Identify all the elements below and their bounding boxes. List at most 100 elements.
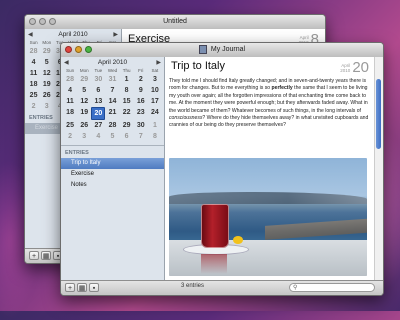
back-prev-month-button[interactable]: ◀	[28, 31, 33, 38]
calendar-day[interactable]: 29	[77, 74, 91, 85]
entry-photo[interactable]	[169, 158, 367, 276]
back-add-entry-button[interactable]: +	[29, 251, 39, 260]
calendar-day[interactable]: 6	[91, 85, 105, 96]
calendar-day[interactable]: 5	[77, 85, 91, 96]
calendar-day[interactable]: 11	[27, 68, 40, 79]
back-calendar-button[interactable]: ▦	[41, 251, 51, 260]
calendar-day[interactable]: 24	[148, 107, 162, 118]
calendar-day[interactable]: 7	[134, 131, 148, 142]
calendar-day[interactable]: 8	[148, 131, 162, 142]
calendar-day[interactable]: 1	[148, 120, 162, 131]
calendar-day[interactable]: 26	[40, 90, 53, 101]
search-field[interactable]: ⚲	[289, 283, 375, 292]
calendar-day-selected[interactable]: 20	[91, 107, 106, 120]
calendar-day[interactable]: 29	[120, 120, 134, 131]
date-year: 2010	[340, 67, 351, 73]
weekday-label: Mon	[42, 40, 52, 45]
calendar-day[interactable]: 30	[134, 120, 148, 131]
entry-count-status: 3 entries	[181, 283, 205, 289]
weekday-label: Fri	[138, 68, 144, 73]
scroll-thumb[interactable]	[376, 79, 381, 149]
calendar-day[interactable]: 30	[91, 74, 105, 85]
close-button[interactable]	[65, 46, 72, 53]
entry-heading: Trip to Italy	[171, 60, 225, 72]
calendar-day[interactable]: 28	[63, 74, 77, 85]
calendar-day[interactable]: 4	[27, 57, 40, 68]
calendar-day[interactable]: 25	[27, 90, 40, 101]
prev-month-button[interactable]: ◀	[64, 59, 69, 66]
front-window-title: My Journal	[210, 46, 246, 53]
calendar-day[interactable]: 23	[134, 107, 148, 118]
calendar-day[interactable]: 16	[134, 96, 148, 107]
calendar-day[interactable]: 3	[77, 131, 91, 142]
entry-list-item[interactable]: Exercise	[61, 169, 164, 180]
lock-button[interactable]: ▪	[89, 283, 99, 292]
calendar-day[interactable]: 18	[27, 79, 40, 90]
calendar-day[interactable]: 31	[105, 74, 119, 85]
calendar-day[interactable]: 29	[40, 46, 53, 57]
weekday-label: Tue	[94, 68, 103, 73]
calendar-day[interactable]: 7	[105, 85, 119, 96]
calendar-day[interactable]: 5	[40, 57, 53, 68]
date-day: 20	[352, 59, 369, 76]
entry-list: Trip to Italy Exercise Notes	[61, 158, 164, 191]
front-window-titlebar[interactable]: My Journal	[61, 43, 383, 58]
back-window-titlebar[interactable]: Untitled	[25, 15, 325, 30]
back-next-month-button[interactable]: ▶	[113, 31, 118, 38]
back-window-title: Untitled	[163, 18, 187, 25]
drink-reflection	[201, 254, 227, 274]
calendar-day[interactable]: 27	[91, 120, 105, 131]
calendar-day[interactable]: 22	[120, 107, 134, 118]
search-icon: ⚲	[293, 285, 298, 291]
calendar-day[interactable]: 1	[120, 74, 134, 85]
calendar-day[interactable]: 11	[63, 96, 77, 107]
calendar-day[interactable]: 12	[77, 96, 91, 107]
calendar-day[interactable]: 8	[120, 85, 134, 96]
calendar-day[interactable]: 28	[27, 46, 40, 57]
calendar-day[interactable]: 2	[27, 101, 40, 112]
weekday-label: Thu	[122, 68, 131, 73]
calendar-day[interactable]: 14	[105, 96, 119, 107]
calendar-day[interactable]: 13	[91, 96, 105, 107]
calendar-day[interactable]: 2	[134, 74, 148, 85]
add-entry-button[interactable]: +	[65, 283, 75, 292]
journal-book-icon	[198, 44, 207, 54]
calendar-day[interactable]: 3	[40, 101, 53, 112]
calendar-day[interactable]: 10	[148, 85, 162, 96]
distant-hills	[169, 192, 367, 204]
back-zoom-button[interactable]	[49, 18, 56, 25]
entry-list-item[interactable]: Notes	[61, 180, 164, 191]
entries-label: ENTRIES	[65, 150, 89, 156]
lemon-slice	[233, 236, 243, 244]
calendar-day[interactable]: 19	[40, 79, 53, 90]
calendar-day[interactable]: 12	[40, 68, 53, 79]
back-minimize-button[interactable]	[39, 18, 46, 25]
calendar-day[interactable]: 17	[148, 96, 162, 107]
calendar-day[interactable]: 18	[63, 107, 77, 118]
calendar-day[interactable]: 9	[134, 85, 148, 96]
entry-list-item[interactable]: Trip to Italy	[61, 158, 164, 169]
calendar-day[interactable]: 28	[105, 120, 119, 131]
minimize-button[interactable]	[75, 46, 82, 53]
sidebar-divider	[61, 145, 164, 146]
next-month-button[interactable]: ▶	[156, 59, 161, 66]
calendar-day[interactable]: 4	[63, 85, 77, 96]
calendar-day[interactable]: 26	[77, 120, 91, 131]
zoom-button[interactable]	[85, 46, 92, 53]
search-input[interactable]	[300, 284, 370, 291]
entry-body-text[interactable]: They told me I should find Italy greatly…	[169, 78, 371, 130]
calendar-day[interactable]: 6	[120, 131, 134, 142]
calendar-day[interactable]: 21	[105, 107, 119, 118]
calendar-day[interactable]: 19	[77, 107, 91, 118]
body-text-italic: consciousness	[169, 115, 203, 122]
weekday-label: Mon	[79, 68, 89, 73]
calendar-day[interactable]: 15	[120, 96, 134, 107]
calendar-toggle-button[interactable]: ▦	[77, 283, 87, 292]
calendar-day[interactable]: 3	[148, 74, 162, 85]
calendar-day[interactable]: 25	[63, 120, 77, 131]
back-close-button[interactable]	[29, 18, 36, 25]
calendar-day[interactable]: 4	[91, 131, 105, 142]
calendar-day[interactable]: 5	[105, 131, 119, 142]
content-scrollbar[interactable]	[374, 57, 383, 281]
calendar-day[interactable]: 2	[63, 131, 77, 142]
